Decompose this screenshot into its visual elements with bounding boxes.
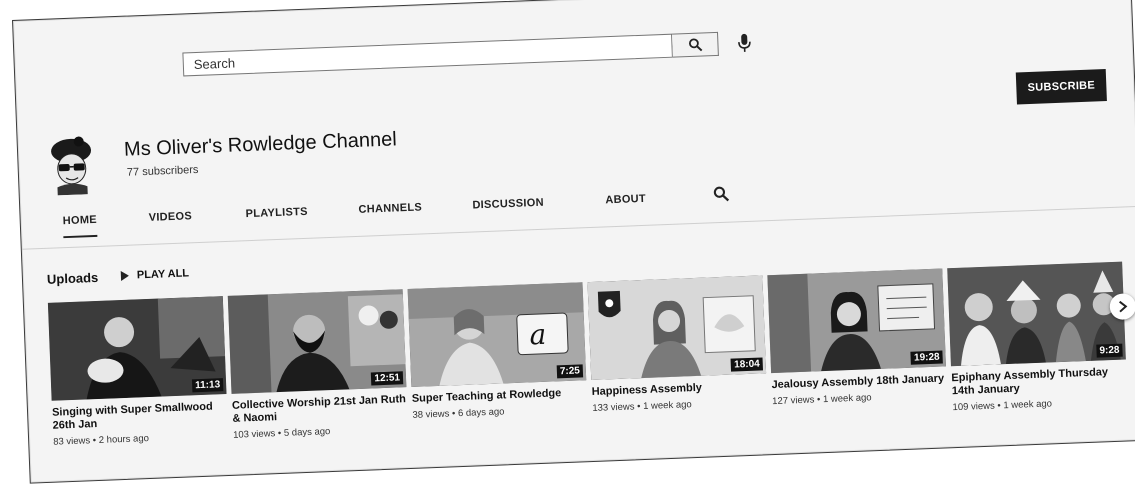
svg-text:a: a bbox=[529, 318, 547, 352]
video-card[interactable]: 18:04 Happiness Assembly 133 views • 1 w… bbox=[587, 275, 767, 414]
video-duration: 12:51 bbox=[371, 371, 404, 386]
video-thumbnail[interactable]: 9:28 bbox=[947, 261, 1126, 367]
channel-tabs: HOME VIDEOS PLAYLISTS CHANNELS DISCUSSIO… bbox=[40, 183, 741, 250]
channel-avatar[interactable] bbox=[46, 136, 98, 196]
video-duration: 7:25 bbox=[556, 364, 584, 379]
play-all-label: PLAY ALL bbox=[136, 267, 190, 282]
video-card[interactable]: 12:51 Collective Worship 21st Jan Ruth &… bbox=[227, 289, 408, 441]
video-card[interactable]: a 7:25 Super Teaching at Rowledge 38 vie… bbox=[407, 282, 588, 421]
search-input[interactable]: Search bbox=[182, 33, 673, 77]
video-thumbnail[interactable]: a 7:25 bbox=[407, 282, 587, 387]
tab-channels[interactable]: CHANNELS bbox=[358, 201, 422, 215]
video-meta: 103 views • 5 days ago bbox=[232, 426, 331, 441]
youtube-channel-page: Search SUBSCRIBE Ms Oliver's Rowledge Ch… bbox=[12, 0, 1135, 484]
search-button[interactable] bbox=[672, 31, 719, 58]
subscriber-count: 77 subscribers bbox=[126, 163, 199, 179]
tab-videos[interactable]: VIDEOS bbox=[148, 210, 192, 224]
video-meta: 38 views • 6 days ago bbox=[412, 406, 505, 421]
video-thumbnail[interactable]: 19:28 bbox=[767, 268, 946, 374]
video-title[interactable]: Epiphany Assembly Thursday 14th January bbox=[951, 365, 1127, 398]
video-thumbnail[interactable]: 18:04 bbox=[587, 275, 767, 381]
uploads-heading[interactable]: Uploads bbox=[47, 270, 99, 287]
video-meta: 83 views • 2 hours ago bbox=[53, 433, 150, 448]
video-meta: 127 views • 1 week ago bbox=[771, 392, 872, 408]
tab-playlists[interactable]: PLAYLISTS bbox=[245, 206, 308, 220]
search-placeholder: Search bbox=[193, 55, 236, 73]
tab-home[interactable]: HOME bbox=[62, 213, 98, 239]
play-icon bbox=[120, 270, 130, 282]
shelf-next-button[interactable] bbox=[1109, 293, 1135, 321]
video-card[interactable]: 9:28 Epiphany Assembly Thursday 14th Jan… bbox=[947, 261, 1127, 414]
video-title[interactable]: Collective Worship 21st Jan Ruth & Naomi bbox=[232, 393, 408, 426]
video-thumbnail[interactable]: 11:13 bbox=[47, 296, 227, 401]
play-all-button[interactable]: PLAY ALL bbox=[120, 267, 190, 282]
video-meta: 109 views • 1 week ago bbox=[952, 398, 1053, 414]
uploads-shelf: 11:13 Singing with Super Smallwood 26th … bbox=[47, 261, 1135, 463]
video-title[interactable]: Happiness Assembly bbox=[591, 379, 766, 399]
top-bar: Search bbox=[13, 0, 1133, 91]
video-card[interactable]: 11:13 Singing with Super Smallwood 26th … bbox=[47, 296, 228, 448]
video-duration: 19:28 bbox=[910, 350, 943, 365]
video-duration: 9:28 bbox=[1096, 343, 1123, 358]
mic-icon[interactable] bbox=[736, 33, 753, 54]
video-thumbnail[interactable]: 12:51 bbox=[227, 289, 407, 394]
video-duration: 11:13 bbox=[191, 378, 224, 393]
subscribe-button[interactable]: SUBSCRIBE bbox=[1015, 69, 1107, 105]
channel-name: Ms Oliver's Rowledge Channel bbox=[123, 128, 398, 161]
search-icon bbox=[688, 38, 702, 52]
video-title[interactable]: Super Teaching at Rowledge bbox=[412, 386, 587, 406]
channel-search-icon[interactable] bbox=[713, 186, 730, 203]
video-title[interactable]: Jealousy Assembly 18th January bbox=[771, 372, 946, 392]
subscribe-label: SUBSCRIBE bbox=[1027, 79, 1096, 95]
tab-discussion[interactable]: DISCUSSION bbox=[472, 197, 544, 212]
tab-about[interactable]: ABOUT bbox=[605, 193, 646, 207]
chevron-right-icon bbox=[1119, 300, 1128, 313]
video-title[interactable]: Singing with Super Smallwood 26th Jan bbox=[52, 400, 228, 433]
video-card[interactable]: 19:28 Jealousy Assembly 18th January 127… bbox=[767, 268, 947, 407]
video-meta: 133 views • 1 week ago bbox=[592, 399, 692, 415]
video-duration: 18:04 bbox=[730, 357, 764, 372]
